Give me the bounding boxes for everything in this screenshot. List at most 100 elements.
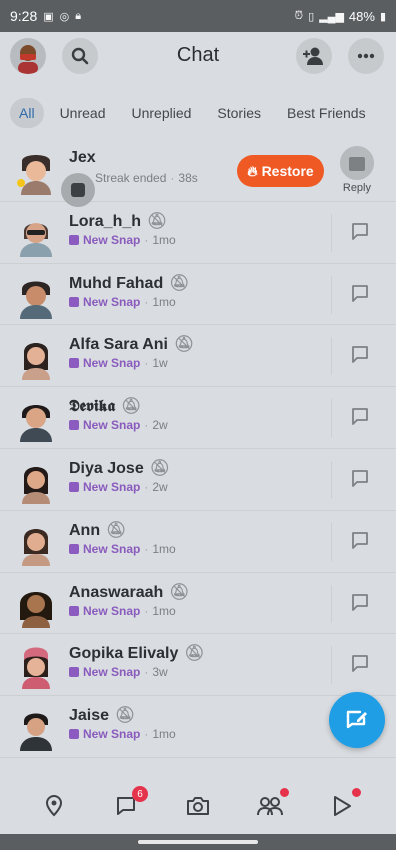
contact-name: Anaswaraah (69, 583, 164, 601)
chat-time: 1mo (152, 294, 176, 309)
avatar[interactable] (12, 703, 60, 752)
new-snap-icon (69, 296, 79, 307)
mute-icon: 🔕︎ (169, 583, 190, 601)
avatar[interactable] (12, 641, 60, 690)
chat-row[interactable]: Alfa Sara Ani 🔕︎ New Snap · 1w (0, 325, 396, 388)
filter-stories[interactable]: Stories (207, 98, 271, 128)
row-divider (331, 399, 332, 438)
nav-chat[interactable]: 6 (110, 786, 148, 822)
separator: · (144, 479, 149, 494)
contact-name-wrap: 𝕯𝖊𝖛𝖎𝖐𝖆 🔕︎ (69, 396, 141, 416)
more-options-button[interactable] (348, 38, 384, 74)
filter-best-friends[interactable]: Best Friends (277, 98, 376, 128)
avatar[interactable] (12, 332, 60, 381)
nav-map[interactable] (38, 790, 70, 822)
chat-status: New Snap · 1mo (69, 604, 176, 618)
chat-time: 1mo (152, 232, 176, 247)
chat-bubble-icon[interactable] (350, 468, 370, 488)
chat-status: New Snap · 1mo (69, 542, 176, 556)
mute-icon: 🔕︎ (121, 398, 142, 416)
add-friend-button[interactable] (296, 38, 332, 74)
chat-row[interactable]: Muhd Fahad 🔕︎ New Snap · 1mo (0, 264, 396, 326)
contact-name: Ann (69, 521, 101, 539)
avatar[interactable] (12, 394, 60, 443)
nav-spotlight[interactable] (326, 788, 361, 822)
chat-status: New Snap · 2w (69, 418, 168, 432)
avatar[interactable] (12, 580, 60, 628)
contact-name: Lora_h_h (69, 212, 142, 230)
new-snap-icon (69, 481, 79, 492)
separator: · (144, 541, 149, 556)
avatar[interactable] (12, 271, 60, 319)
mute-icon: 🔕︎ (149, 459, 171, 477)
mute-icon: 🔕︎ (184, 645, 205, 663)
chat-row[interactable]: Gopika Elivaly 🔕︎ New Snap · 3w (0, 634, 396, 697)
chat-row[interactable]: Ann 🔕︎ New Snap · 1mo (0, 511, 396, 573)
avatar[interactable] (12, 456, 60, 504)
snap-status: New Snap (83, 418, 141, 433)
fire-icon: 🔥︎ (247, 162, 258, 179)
snap-status: New Snap (83, 294, 141, 309)
chat-bubble-icon[interactable] (350, 221, 370, 241)
mute-icon: 🔕︎ (174, 336, 195, 354)
row-divider (331, 275, 332, 314)
nav-stories[interactable] (254, 788, 289, 822)
battery-icon: ▮ (379, 10, 386, 23)
chat-row[interactable]: 𝕯𝖊𝖛𝖎𝖐𝖆 🔕︎ New Snap · 2w (0, 387, 396, 449)
chat-row[interactable]: Jex Streak ended · 38s 🔥︎ Restore Reply (0, 140, 396, 207)
chat-row[interactable]: Lora_h_h 🔕︎ New Snap · 1mo (0, 202, 396, 264)
separator: · (144, 294, 149, 309)
row-divider (331, 460, 332, 499)
new-snap-icon (69, 605, 79, 616)
reply-avatar[interactable] (340, 146, 374, 180)
mute-icon: 🔕︎ (115, 707, 136, 725)
chat-time: 1w (152, 356, 168, 371)
chat-row[interactable]: Anaswaraah 🔕︎ New Snap · 1mo (0, 573, 396, 635)
filter-unreplied[interactable]: Unreplied (121, 98, 201, 128)
snap-status: New Snap (83, 541, 141, 556)
new-snap-icon (69, 420, 79, 431)
contact-name-wrap: Lora_h_h 🔕︎ (69, 211, 167, 231)
reply-label[interactable]: Reply (343, 182, 371, 194)
chat-bubble-icon[interactable] (350, 406, 370, 426)
new-chat-button[interactable] (329, 692, 385, 748)
contact-name: 𝕯𝖊𝖛𝖎𝖐𝖆 (69, 398, 116, 416)
filter-all[interactable]: All (10, 98, 44, 128)
nav-camera[interactable] (182, 790, 214, 822)
snap-status: New Snap (83, 232, 141, 247)
contact-name-wrap: Gopika Elivaly 🔕︎ (69, 643, 205, 663)
chat-bubble-icon[interactable] (350, 653, 370, 673)
new-snap-icon (69, 667, 79, 678)
status-bar: 9:28 ▣ ◎ 🔒︎ ⏰︎ ▯ ▂▄▆ 48% ▮ (0, 0, 396, 32)
avatar[interactable] (12, 209, 60, 257)
chat-bubble-icon[interactable] (350, 283, 370, 303)
contact-name-wrap: Diya Jose 🔕︎ (69, 458, 170, 478)
contact-name-wrap: Muhd Fahad 🔕︎ (69, 273, 190, 293)
restore-streak-button[interactable]: 🔥︎ Restore (237, 155, 324, 187)
play-icon (334, 796, 351, 816)
chat-time: 1mo (152, 603, 176, 618)
chat-badge: 6 (132, 786, 148, 802)
chat-status: Streak ended · 38s (69, 171, 198, 185)
chat-row[interactable]: Diya Jose 🔕︎ New Snap · 2w (0, 449, 396, 511)
avatar[interactable] (12, 147, 60, 195)
chat-time: 2w (152, 418, 168, 433)
chat-time: 38s (178, 171, 198, 185)
more-icon (357, 53, 375, 59)
chat-bubble-icon[interactable] (350, 530, 370, 550)
signal-icon: ▂▄▆ (319, 10, 344, 23)
whatsapp-icon: ◎ (59, 10, 70, 23)
new-snap-icon (69, 358, 79, 369)
chat-time: 3w (152, 665, 168, 680)
home-indicator[interactable] (138, 840, 258, 844)
chat-time: 2w (152, 479, 168, 494)
filter-unread[interactable]: Unread (50, 98, 116, 128)
chat-header: Chat (0, 32, 396, 80)
chat-bubble-icon[interactable] (350, 344, 370, 364)
avatar[interactable] (12, 518, 60, 566)
chat-bubble-icon[interactable] (350, 592, 370, 612)
mute-icon: 🔕︎ (169, 274, 190, 292)
contact-name-wrap: Alfa Sara Ani 🔕︎ (69, 334, 194, 354)
chat-time: 1mo (152, 727, 176, 742)
contact-name: Alfa Sara Ani (69, 336, 168, 354)
